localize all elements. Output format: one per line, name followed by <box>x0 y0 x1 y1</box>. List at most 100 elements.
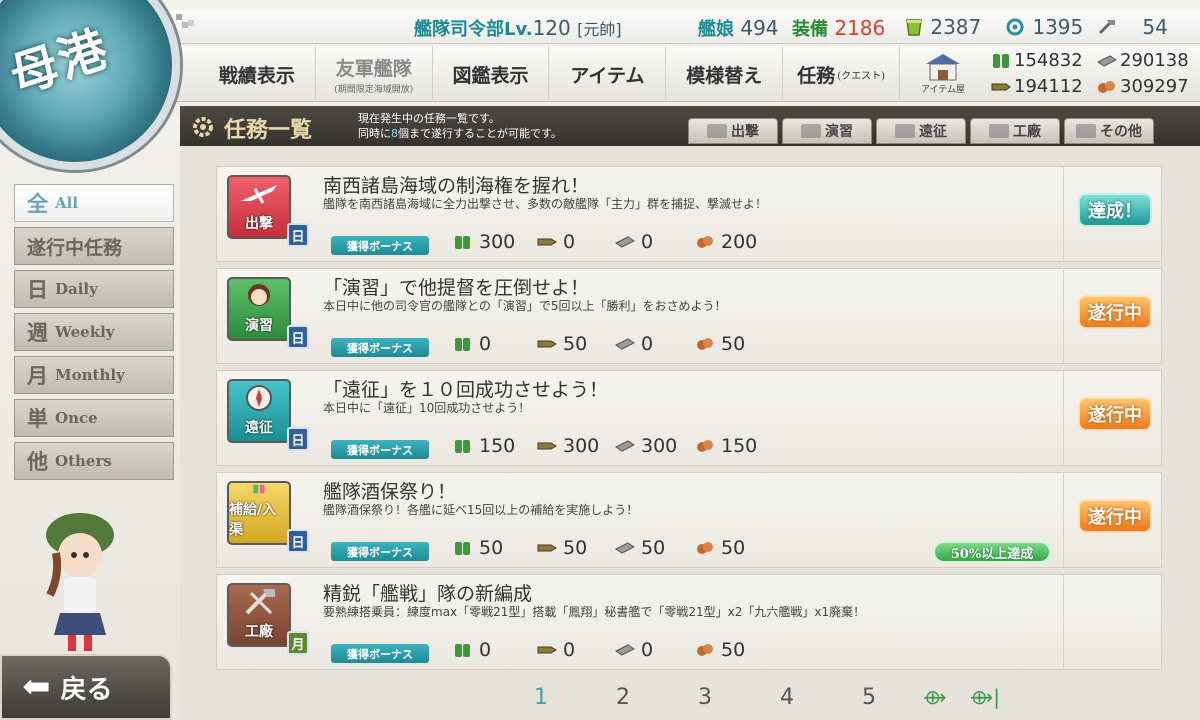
bonus-label: 獲得ボーナス <box>331 236 429 255</box>
reward-steel: 300 <box>615 435 677 457</box>
quest-icon-label: 演習 <box>245 318 273 334</box>
quest-description: 要熟練搭乗員：練度max「零戦21型」搭載「鳳翔」秘書艦で「零戦21型」x2「九… <box>323 605 866 619</box>
quest-title: 艦隊酒保祭り！ <box>323 481 457 503</box>
hammer-icon <box>245 589 275 615</box>
reward-fuel: 50 <box>453 537 503 559</box>
nav-war-record[interactable]: 戦績表示 <box>199 46 316 102</box>
nav-furniture[interactable]: 模様替え <box>666 46 784 102</box>
quest-category-icon: 工廠 <box>227 583 291 647</box>
quest-category-icon: 補給/入渠 <box>227 481 291 545</box>
filter-tabs: 全 All 遂行中任務 日 Daily 週 Weekly 月 Monthly 単 Once… <box>14 184 174 485</box>
cat-tab-label: 演習 <box>825 124 853 140</box>
reward-ammo-value: 0 <box>563 231 576 253</box>
player-icon <box>176 14 198 30</box>
filter-tab-all[interactable]: 全 All <box>14 184 174 222</box>
tab-sortie[interactable]: 出撃 <box>688 118 778 144</box>
reward-ammo: 0 <box>537 639 575 661</box>
quest-row[interactable]: 出撃 日 南西諸島海域の制海権を握れ！ 艦隊を南西諸島海域に全力出撃させ、多数の… <box>216 166 1162 262</box>
reward-fuel: 0 <box>453 639 491 661</box>
bauxite-icon <box>697 644 713 656</box>
nav-picture-book[interactable]: 図鑑表示 <box>433 46 550 102</box>
reward-steel-value: 0 <box>641 333 654 355</box>
quest-row[interactable]: 工廠 月 精鋭「艦戦」隊の新編成 要熟練搭乗員：練度max「零戦21型」搭載「鳳… <box>216 574 1162 670</box>
steel-icon <box>615 440 635 452</box>
tab-others[interactable]: その他 <box>1064 118 1154 144</box>
status-in-progress-badge: 遂行中 <box>1078 499 1152 533</box>
item-shop-button[interactable]: アイテム屋 <box>900 46 986 102</box>
nav-label: アイテム <box>570 64 645 87</box>
quest-header: 任務一覧 現在発生中の任務一覧です。 同時に8個まで遂行することが可能です。 出… <box>180 106 1200 146</box>
filter-kanji: 週 <box>27 320 48 345</box>
quest-status: 遂行中 <box>1063 371 1161 465</box>
bauxite-icon <box>697 236 713 248</box>
nav-quests[interactable]: 任務 (クエスト) <box>783 46 901 102</box>
quest-title: 南西諸島海域の制海権を握れ！ <box>323 175 590 197</box>
ammo-icon <box>991 83 1011 90</box>
devmat-icon <box>1006 18 1024 36</box>
tab-arsenal[interactable]: 工廠 <box>970 118 1060 144</box>
reward-bauxite: 50 <box>695 333 745 355</box>
rank: [元帥] <box>577 20 622 39</box>
ammo-resource: 194112 <box>990 76 1083 97</box>
nav-items[interactable]: アイテム <box>549 46 667 102</box>
devmat-count: 1395 <box>1004 15 1083 39</box>
quest-row[interactable]: 遠征 日 「遠征」を１０回成功させよう！ 本日中に「遠征」10回成功させよう！ … <box>216 370 1162 466</box>
nav-label: 図鑑表示 <box>452 64 529 87</box>
daily-badge: 日 <box>287 529 309 553</box>
page-5[interactable]: 5 <box>828 685 910 710</box>
last-page-icon[interactable]: ⟴| <box>960 685 1010 709</box>
reward-bauxite-value: 150 <box>721 435 758 457</box>
equip-count: 装備 2186 <box>792 15 885 41</box>
reward-bauxite: 50 <box>695 639 745 661</box>
quest-status <box>1063 575 1161 669</box>
tab-expedition[interactable]: 遠征 <box>876 118 966 144</box>
filter-kanji: 単 <box>27 406 48 431</box>
category-tabs: 出撃 演習 遠征 工廠 その他 <box>688 118 1154 144</box>
reward-fuel-value: 300 <box>479 231 516 253</box>
shop-house-icon <box>926 54 960 81</box>
steel-icon <box>615 644 635 656</box>
back-button[interactable]: ⬅ 戻る <box>0 654 172 720</box>
filter-tab-once[interactable]: 単 Once <box>14 399 174 437</box>
quest-row[interactable]: 演習 日 「演習」で他提督を圧倒せよ！ 本日中に他の司令官の艦隊との「演習」で5… <box>216 268 1162 364</box>
filter-tab-weekly[interactable]: 週 Weekly <box>14 313 174 351</box>
quest-screen: 艦隊司令部Lv.120 [元帥] 艦娘 494 装備 2186 2387 139… <box>0 0 1200 720</box>
page-1[interactable]: 1 <box>500 685 582 710</box>
fuel-resource: 154832 <box>990 50 1083 71</box>
page-3[interactable]: 3 <box>664 685 746 710</box>
filter-tab-monthly[interactable]: 月 Monthly <box>14 356 174 394</box>
filter-kanji: 月 <box>27 363 48 388</box>
reward-bauxite: 200 <box>695 231 757 253</box>
reward-ammo: 50 <box>537 537 587 559</box>
exercise-girl-icon <box>248 284 270 306</box>
quest-category-icon: 遠征 <box>227 379 291 443</box>
filter-tab-others[interactable]: 他 Others <box>14 442 174 480</box>
quest-icon-label: 遠征 <box>245 420 273 436</box>
bonus-label: 獲得ボーナス <box>331 644 429 663</box>
next-page-icon[interactable]: ⟴ <box>910 685 960 709</box>
status-in-progress-badge: 遂行中 <box>1078 295 1152 329</box>
reward-steel: 0 <box>615 639 653 661</box>
supply-drums-icon <box>253 484 265 494</box>
quest-row[interactable]: 補給/入渠 日 艦隊酒保祭り！ 艦隊酒保祭り！各艦に延べ15回以上の補給を実施し… <box>216 472 1162 568</box>
header-desc-line1: 現在発生中の任務一覧です。 <box>358 112 500 125</box>
bauxite-icon <box>1098 80 1115 93</box>
nav-friend-fleet[interactable]: 友軍艦隊 (期間限定海域開放) <box>316 46 433 102</box>
bauxite-icon <box>697 440 713 452</box>
daily-badge: 日 <box>287 325 309 349</box>
filter-tab-in-progress[interactable]: 遂行中任務 <box>14 227 174 265</box>
filter-tab-daily[interactable]: 日 Daily <box>14 270 174 308</box>
quest-title: 「遠征」を１０回成功させよう！ <box>323 379 609 401</box>
filter-label: All <box>55 194 79 212</box>
bonus-label: 獲得ボーナス <box>331 440 429 459</box>
ammo-value: 194112 <box>1014 76 1083 97</box>
fuel-icon <box>455 338 470 351</box>
tab-exercise[interactable]: 演習 <box>782 118 872 144</box>
home-port-button[interactable]: 母港 <box>0 0 180 170</box>
reward-bauxite-value: 50 <box>721 537 746 559</box>
page-2[interactable]: 2 <box>582 685 664 710</box>
filter-label: Monthly <box>55 366 125 384</box>
reward-ammo-value: 50 <box>563 333 588 355</box>
fuel-icon <box>455 644 470 657</box>
page-4[interactable]: 4 <box>746 685 828 710</box>
